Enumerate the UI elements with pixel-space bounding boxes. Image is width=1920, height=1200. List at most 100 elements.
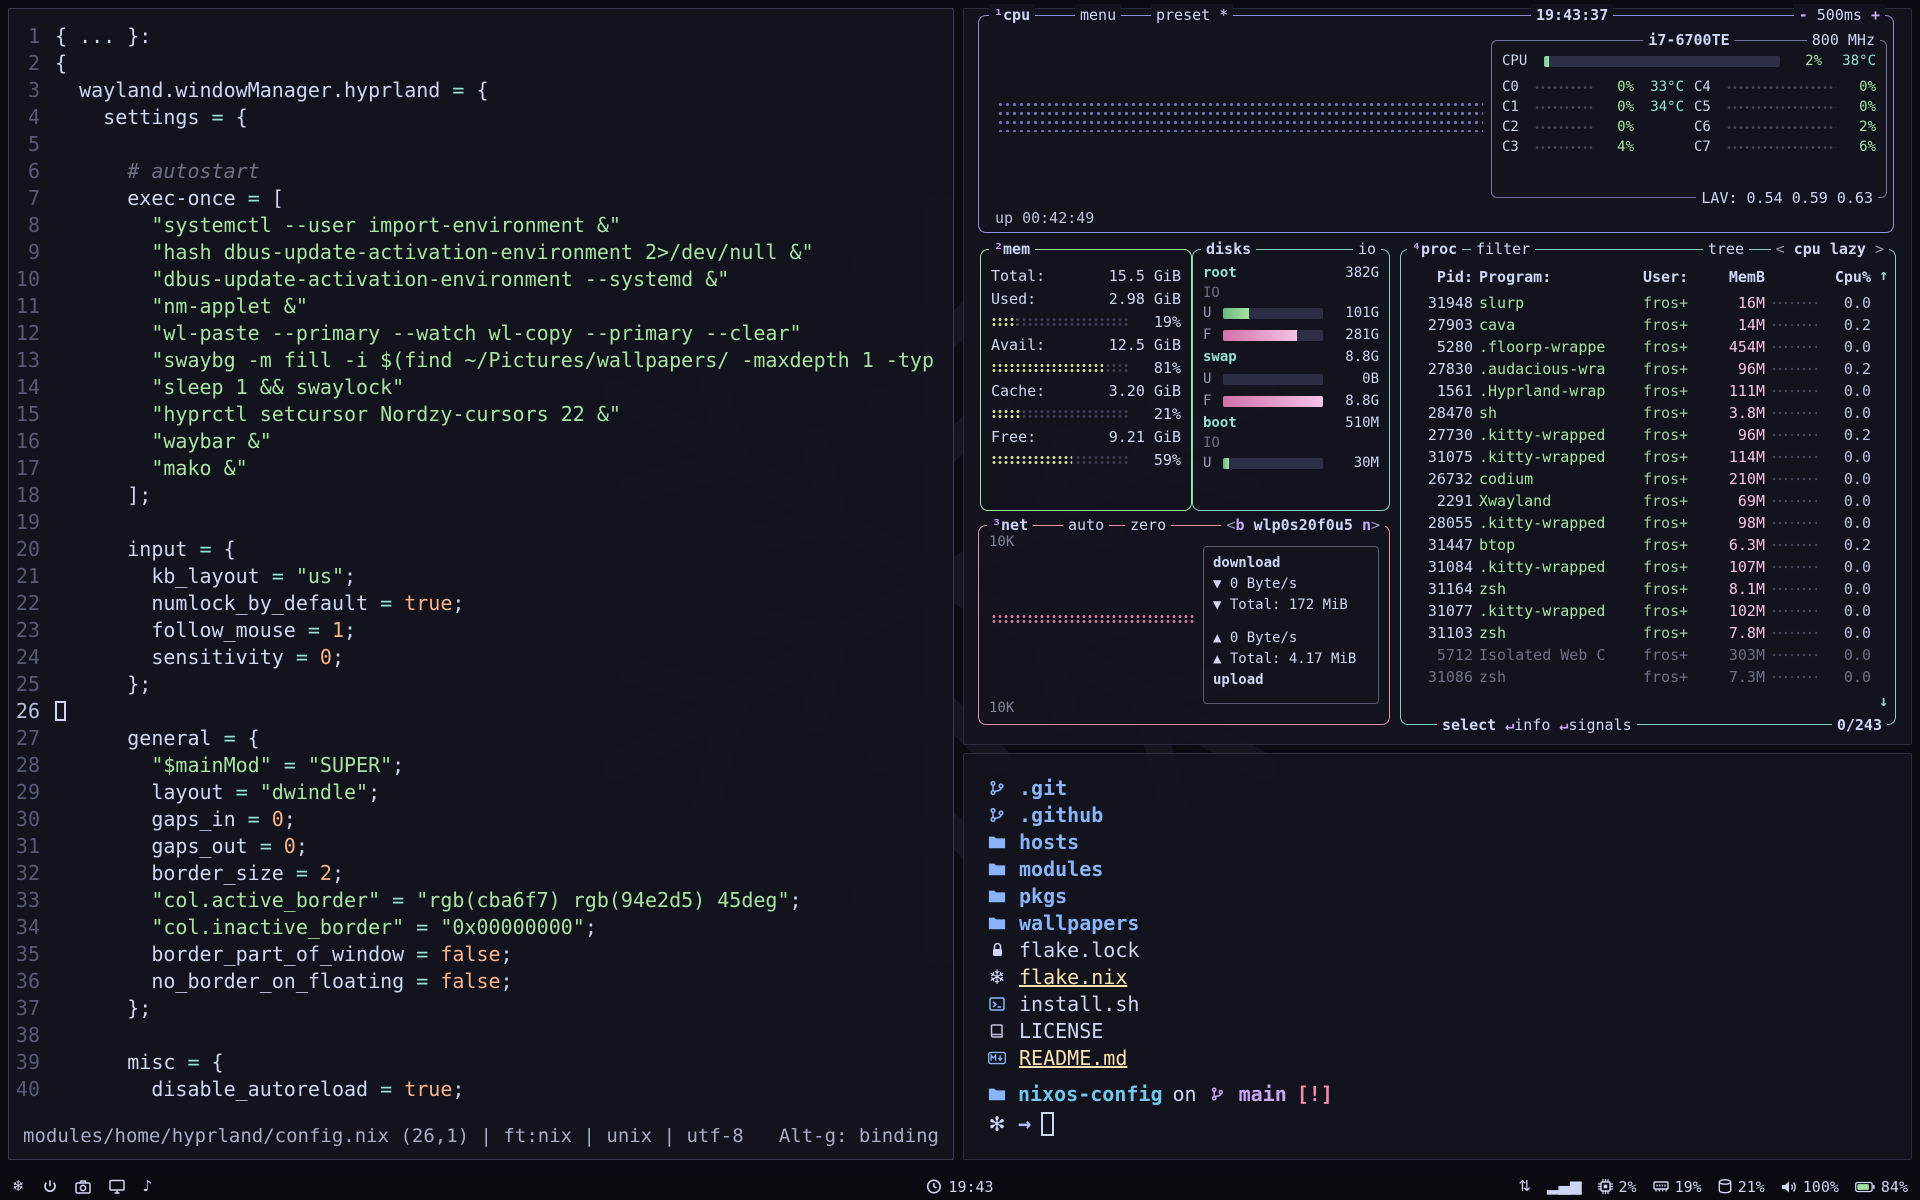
- tree-button[interactable]: tree: [1703, 238, 1749, 260]
- editor-line[interactable]: 4 settings = {: [9, 104, 953, 131]
- process-row[interactable]: 5280.floorp-wrappefros+454M0.0: [1409, 336, 1871, 358]
- preset-button[interactable]: preset *: [1151, 4, 1233, 26]
- process-row[interactable]: 27903cavafros+14M0.2: [1409, 314, 1871, 336]
- editor-line[interactable]: 40 disable_autoreload = true;: [9, 1076, 953, 1103]
- editor-line[interactable]: 39 misc = {: [9, 1049, 953, 1076]
- refresh-minus-button[interactable]: -: [1799, 6, 1808, 24]
- iface-next-key[interactable]: n: [1362, 516, 1371, 534]
- editor-line[interactable]: 18 ];: [9, 482, 953, 509]
- line-number: 6: [9, 158, 55, 185]
- music-icon[interactable]: ♪: [143, 1179, 153, 1194]
- scroll-up-arrow[interactable]: ↑: [1879, 266, 1888, 284]
- process-row[interactable]: 1561.Hyprland-wrapfros+111M0.0: [1409, 380, 1871, 402]
- network-tray-icon[interactable]: ⇅: [1518, 1179, 1531, 1194]
- process-row[interactable]: 2291Xwaylandfros+69M0.0: [1409, 490, 1871, 512]
- editor-pane[interactable]: 1{ ... }:2{3 wayland.windowManager.hyprl…: [8, 8, 954, 1160]
- editor-line[interactable]: 3 wayland.windowManager.hyprland = {: [9, 77, 953, 104]
- disk-module[interactable]: 21%: [1718, 1178, 1765, 1196]
- editor-line[interactable]: 12 "wl-paste --primary --watch wl-copy -…: [9, 320, 953, 347]
- process-row[interactable]: 31086zshfros+7.3M0.0: [1409, 666, 1871, 688]
- process-row[interactable]: 31075.kitty-wrappedfros+114M0.0: [1409, 446, 1871, 468]
- editor-line[interactable]: 5: [9, 131, 953, 158]
- editor-line[interactable]: 17 "mako &": [9, 455, 953, 482]
- editor-line[interactable]: 8 "systemctl --user import-environment &…: [9, 212, 953, 239]
- editor-line[interactable]: 14 "sleep 1 && swaylock": [9, 374, 953, 401]
- process-row[interactable]: 27730.kitty-wrappedfros+96M0.2: [1409, 424, 1871, 446]
- editor-line[interactable]: 15 "hyprctl setcursor Nordzy-cursors 22 …: [9, 401, 953, 428]
- editor-line[interactable]: 22 numlock_by_default = true;: [9, 590, 953, 617]
- process-row[interactable]: 27830.audacious-wrafros+96M0.2: [1409, 358, 1871, 380]
- process-row[interactable]: 31077.kitty-wrappedfros+102M0.0: [1409, 600, 1871, 622]
- process-row[interactable]: 31948slurpfros+16M0.0: [1409, 292, 1871, 314]
- editor-line[interactable]: 34 "col.inactive_border" = "0x00000000";: [9, 914, 953, 941]
- signals-hint[interactable]: signals: [1568, 716, 1631, 734]
- editor-line[interactable]: 28 "$mainMod" = "SUPER";: [9, 752, 953, 779]
- memory-module[interactable]: 19%: [1653, 1178, 1702, 1196]
- info-hint[interactable]: info: [1514, 716, 1550, 734]
- editor-line[interactable]: 27 general = {: [9, 725, 953, 752]
- waybar-clock-module[interactable]: 19:43: [926, 1178, 993, 1196]
- editor-line[interactable]: 9 "hash dbus-update-activation-environme…: [9, 239, 953, 266]
- editor-line[interactable]: 26: [9, 698, 953, 725]
- editor-line[interactable]: 13 "swaybg -m fill -i $(find ~/Pictures/…: [9, 347, 953, 374]
- editor-line[interactable]: 35 border_part_of_window = false;: [9, 941, 953, 968]
- prompt-input-line[interactable]: ✻ →: [986, 1109, 1889, 1139]
- refresh-plus-button[interactable]: +: [1871, 6, 1880, 24]
- process-row[interactable]: 31103zshfros+7.8M0.0: [1409, 622, 1871, 644]
- scroll-down-arrow[interactable]: ↓: [1879, 692, 1888, 710]
- editor-line[interactable]: 11 "nm-applet &": [9, 293, 953, 320]
- cpu-column-header[interactable]: Cpu%: [1825, 268, 1871, 286]
- process-row[interactable]: 31164zshfros+8.1M0.0: [1409, 578, 1871, 600]
- net-interface-selector[interactable]: <b wlp0s20f0u5 n>: [1221, 514, 1385, 536]
- net-auto-button[interactable]: auto: [1063, 514, 1109, 536]
- audio-tray-icon[interactable]: ▂▄▆: [1547, 1179, 1582, 1194]
- process-row[interactable]: 5712Isolated Web Cfros+303M0.0: [1409, 644, 1871, 666]
- editor-line[interactable]: 21 kb_layout = "us";: [9, 563, 953, 590]
- editor-line[interactable]: 33 "col.active_border" = "rgb(cba6f7) rg…: [9, 887, 953, 914]
- filter-button[interactable]: filter: [1471, 238, 1535, 260]
- power-icon[interactable]: [43, 1179, 57, 1194]
- editor-line[interactable]: 7 exec-once = [: [9, 185, 953, 212]
- editor-line[interactable]: 20 input = {: [9, 536, 953, 563]
- user-column-header[interactable]: User:: [1643, 268, 1697, 286]
- net-zero-button[interactable]: zero: [1125, 514, 1171, 536]
- process-row[interactable]: 28055.kitty-wrappedfros+98M0.0: [1409, 512, 1871, 534]
- camera-icon[interactable]: [75, 1180, 91, 1194]
- select-hint[interactable]: select: [1442, 716, 1496, 734]
- monitor-icon[interactable]: [109, 1179, 125, 1194]
- program-column-header[interactable]: Program:: [1479, 268, 1637, 286]
- editor-line[interactable]: 38: [9, 1022, 953, 1049]
- cpu-module[interactable]: 2%: [1598, 1178, 1637, 1196]
- sort-selector[interactable]: < cpu lazy >: [1771, 238, 1889, 260]
- editor-line[interactable]: 19: [9, 509, 953, 536]
- editor-line[interactable]: 25 };: [9, 671, 953, 698]
- editor-line[interactable]: 1{ ... }:: [9, 23, 953, 50]
- disks-io-toggle[interactable]: io: [1353, 238, 1381, 260]
- pid-column-header[interactable]: Pid:: [1409, 268, 1473, 286]
- iface-prev-key[interactable]: b: [1236, 516, 1245, 534]
- editor-line[interactable]: 31 gaps_out = 0;: [9, 833, 953, 860]
- volume-module[interactable]: 100%: [1781, 1178, 1839, 1196]
- process-table-header[interactable]: Pid: Program: User: MemB Cpu%: [1409, 266, 1871, 288]
- editor-line[interactable]: 36 no_border_on_floating = false;: [9, 968, 953, 995]
- editor-line[interactable]: 16 "waybar &": [9, 428, 953, 455]
- editor-line[interactable]: 24 sensitivity = 0;: [9, 644, 953, 671]
- editor-line[interactable]: 6 # autostart: [9, 158, 953, 185]
- process-row[interactable]: 26732codiumfros+210M0.0: [1409, 468, 1871, 490]
- terminal-pane[interactable]: .git.githubhostsmodulespkgswallpapersfla…: [963, 753, 1912, 1160]
- nixos-icon[interactable]: ❄: [12, 1179, 25, 1194]
- editor-line[interactable]: 2{: [9, 50, 953, 77]
- editor-line[interactable]: 10 "dbus-update-activation-environment -…: [9, 266, 953, 293]
- editor-line[interactable]: 32 border_size = 2;: [9, 860, 953, 887]
- menu-button[interactable]: menu: [1075, 4, 1121, 26]
- editor-line[interactable]: 23 follow_mouse = 1;: [9, 617, 953, 644]
- process-row[interactable]: 31084.kitty-wrappedfros+107M0.0: [1409, 556, 1871, 578]
- editor-line[interactable]: 29 layout = "dwindle";: [9, 779, 953, 806]
- battery-module[interactable]: 84%: [1855, 1178, 1908, 1196]
- process-mem: 107M: [1703, 558, 1765, 576]
- process-row[interactable]: 28470shfros+3.8M0.0: [1409, 402, 1871, 424]
- mem-column-header[interactable]: MemB: [1703, 268, 1765, 286]
- process-row[interactable]: 31447btopfros+6.3M0.2: [1409, 534, 1871, 556]
- editor-line[interactable]: 37 };: [9, 995, 953, 1022]
- editor-line[interactable]: 30 gaps_in = 0;: [9, 806, 953, 833]
